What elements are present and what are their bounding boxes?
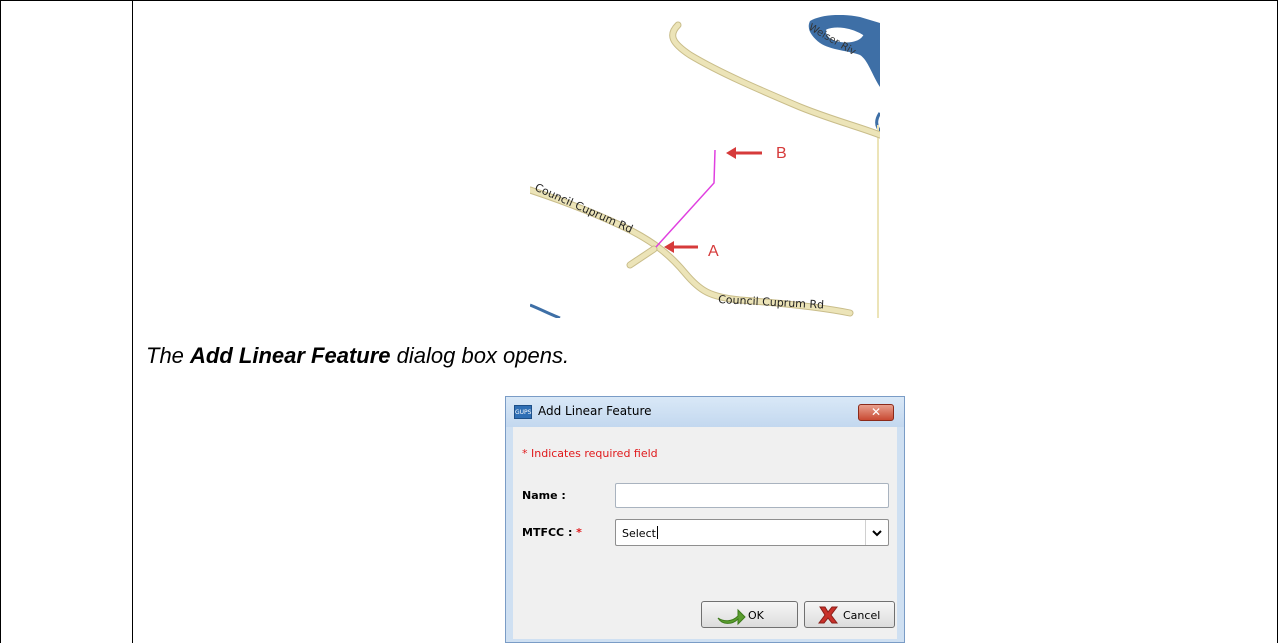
mtfcc-select-value: Select [622, 527, 656, 540]
road-label-upper: Council Cuprum Rd [533, 181, 635, 236]
red-x-icon [818, 606, 838, 624]
cancel-button-label: Cancel [843, 609, 881, 622]
marker-b-label: B [776, 145, 787, 162]
dialog-content: * Indicates required field Name : MTFCC … [513, 427, 897, 639]
ok-button[interactable]: OK [701, 601, 798, 628]
arrow-b-head [726, 147, 736, 159]
road-label-lower: Council Cuprum Rd [718, 293, 825, 312]
chevron-down-icon[interactable] [865, 520, 888, 545]
caption-text: The Add Linear Feature dialog box opens. [146, 343, 569, 369]
marker-a-label: A [708, 243, 719, 260]
dialog-titlebar[interactable]: GUPS Add Linear Feature ✕ [506, 397, 904, 427]
caption-suffix: dialog box opens. [390, 343, 570, 368]
mtfcc-label: MTFCC : * [522, 526, 582, 539]
close-button[interactable]: ✕ [858, 404, 894, 421]
add-linear-feature-dialog: GUPS Add Linear Feature ✕ * Indicates re… [505, 396, 905, 643]
green-arrow-icon [717, 608, 746, 626]
mtfcc-label-text: MTFCC : [522, 526, 577, 539]
caption-prefix: The [146, 343, 191, 368]
map-screenshot: Weiser Riv Council Cuprum Rd Council Cup… [530, 15, 880, 318]
map-canvas: Weiser Riv Council Cuprum Rd Council Cup… [530, 15, 880, 318]
water-lower-left [530, 303, 561, 318]
app-logo-icon: GUPS [514, 405, 532, 419]
mtfcc-select[interactable]: Select [615, 519, 889, 546]
name-label: Name : [522, 489, 566, 502]
cancel-button[interactable]: Cancel [804, 601, 895, 628]
name-input[interactable] [615, 483, 889, 508]
caption-dialog-name: Add Linear Feature [190, 343, 391, 368]
required-field-note: * Indicates required field [522, 447, 658, 460]
required-star: * [576, 526, 582, 539]
ok-button-label: OK [748, 609, 764, 622]
linear-feature-segment [655, 149, 716, 248]
table-column-divider [132, 0, 133, 643]
dialog-title: Add Linear Feature [538, 404, 652, 418]
